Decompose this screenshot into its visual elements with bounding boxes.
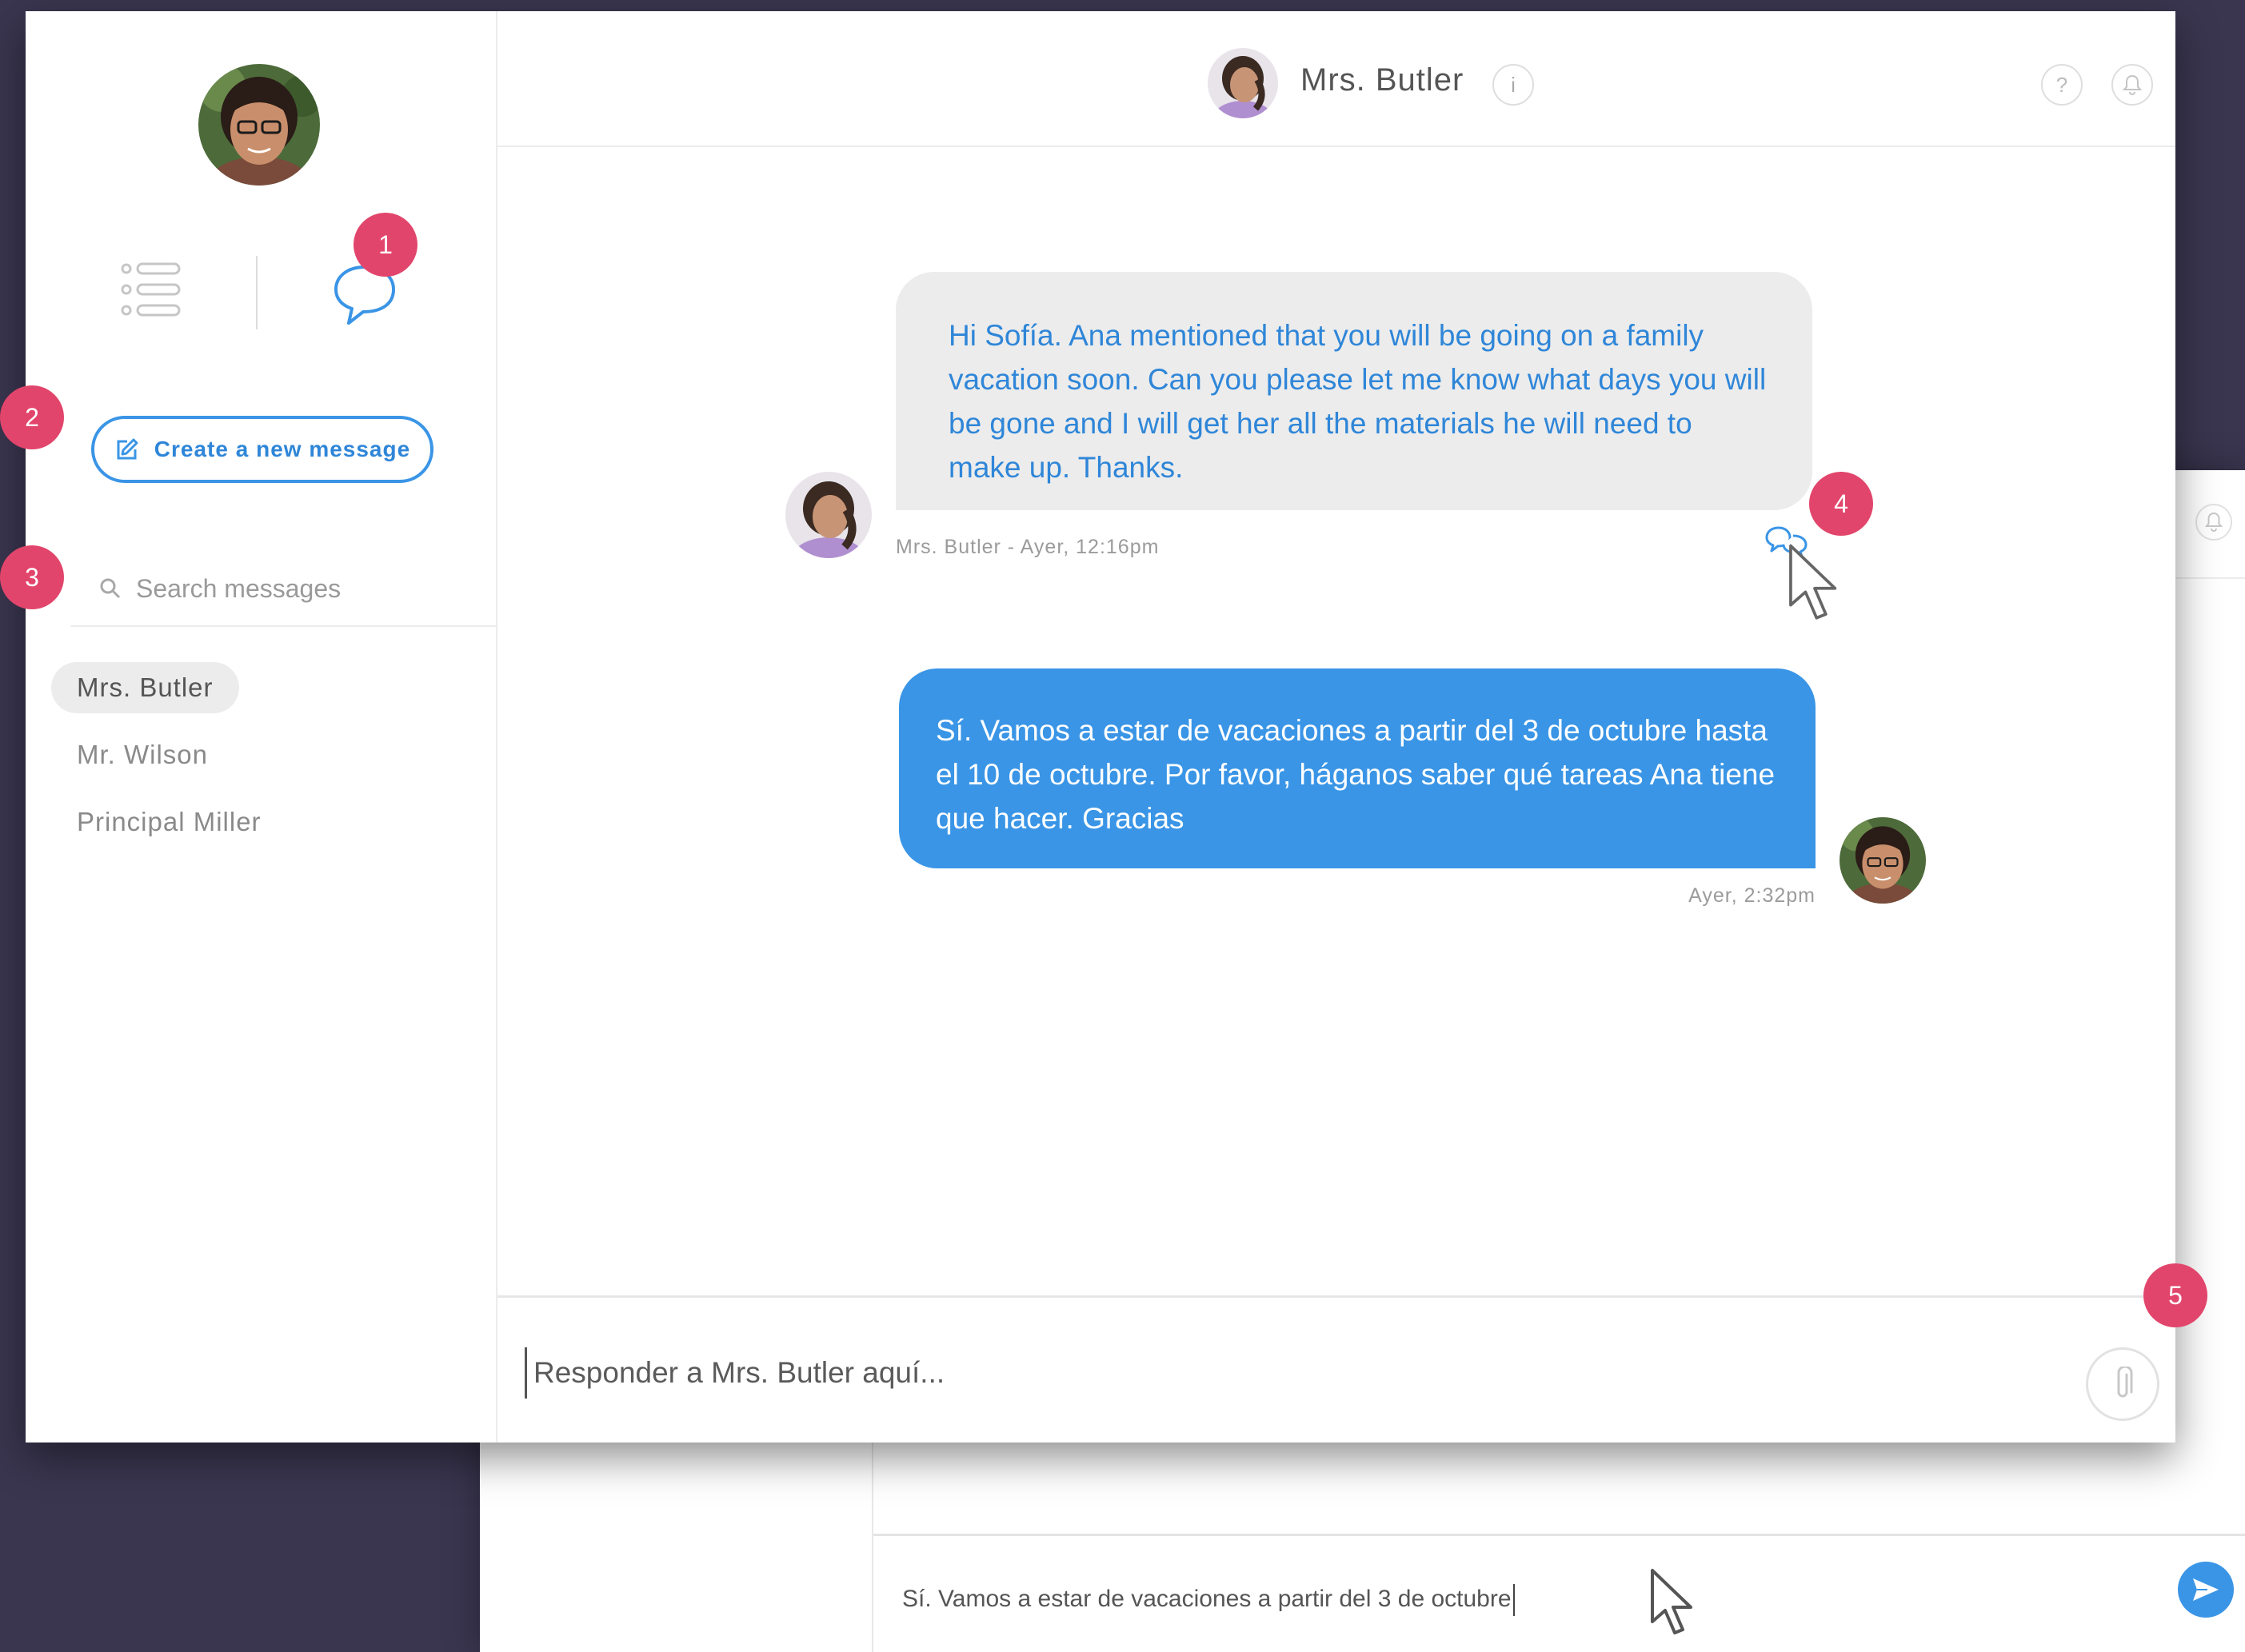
conversation-title: Mrs. Butler xyxy=(1300,62,1464,98)
sender-avatar[interactable] xyxy=(785,472,872,558)
edit-icon xyxy=(117,438,138,460)
mouse-cursor-icon xyxy=(1651,1569,1692,1634)
incoming-message-bubble[interactable]: Hi Sofía. Ana mentioned that you will be… xyxy=(896,272,1812,510)
contact-item-principal-miller[interactable]: Principal Miller xyxy=(51,796,287,848)
view-toggle-divider xyxy=(256,256,258,329)
conversation-header: Mrs. Butler i ? xyxy=(497,11,2175,147)
send-icon xyxy=(2193,1578,2219,1601)
annotation-badge-5: 5 xyxy=(2143,1263,2207,1327)
info-icon[interactable]: i xyxy=(1492,64,1534,106)
annotation-badge-3: 3 xyxy=(0,545,64,609)
contact-label: Mrs. Butler xyxy=(77,672,214,702)
outgoing-message-text: Sí. Vamos a estar de vacaciones a partir… xyxy=(936,714,1776,835)
messaging-window: Create a new message Mrs. Butler Mr. Wil… xyxy=(26,11,2175,1443)
annotation-badge-4: 4 xyxy=(1809,472,1873,536)
contact-avatar[interactable] xyxy=(1208,48,1278,118)
background-bell-icon[interactable] xyxy=(2195,504,2232,541)
reply-composer xyxy=(497,1295,2175,1443)
create-message-button[interactable]: Create a new message xyxy=(91,416,433,483)
help-icon[interactable]: ? xyxy=(2041,64,2083,106)
conversation-panel: Mrs. Butler i ? Hi Sofía. Ana mentioned … xyxy=(497,11,2175,1443)
contact-label: Principal Miller xyxy=(77,807,262,836)
background-composer: Sí. Vamos a estar de vacaciones a partir… xyxy=(873,1534,2245,1652)
attach-button[interactable] xyxy=(2086,1347,2159,1421)
paperclip-icon xyxy=(2117,1367,2133,1398)
search-icon xyxy=(100,578,121,599)
incoming-message-meta: Mrs. Butler - Ayer, 12:16pm xyxy=(896,536,1160,558)
contact-item-mr-wilson[interactable]: Mr. Wilson xyxy=(51,729,234,780)
annotation-badge-1: 1 xyxy=(354,213,417,277)
user-avatar[interactable] xyxy=(198,64,320,186)
contact-item-mrs-butler[interactable]: Mrs. Butler xyxy=(51,662,239,713)
incoming-message-text: Hi Sofía. Ana mentioned that you will be… xyxy=(949,319,1767,484)
list-view-icon[interactable] xyxy=(120,261,182,318)
background-composer-text[interactable]: Sí. Vamos a estar de vacaciones a partir… xyxy=(902,1584,1515,1616)
mouse-cursor-icon xyxy=(1789,544,1837,620)
own-avatar[interactable] xyxy=(1840,817,1926,904)
reply-input[interactable] xyxy=(525,1347,2044,1399)
bell-icon[interactable] xyxy=(2111,64,2153,106)
annotation-badge-2: 2 xyxy=(0,385,64,449)
send-button[interactable] xyxy=(2178,1562,2234,1618)
contact-label: Mr. Wilson xyxy=(77,740,209,769)
search-box xyxy=(70,566,497,627)
search-input[interactable] xyxy=(134,571,470,606)
sidebar: Create a new message Mrs. Butler Mr. Wil… xyxy=(26,11,497,1443)
outgoing-message-bubble[interactable]: Sí. Vamos a estar de vacaciones a partir… xyxy=(899,668,1816,868)
outgoing-message-meta: Ayer, 2:32pm xyxy=(1688,884,1816,907)
create-message-label: Create a new message xyxy=(154,437,411,461)
